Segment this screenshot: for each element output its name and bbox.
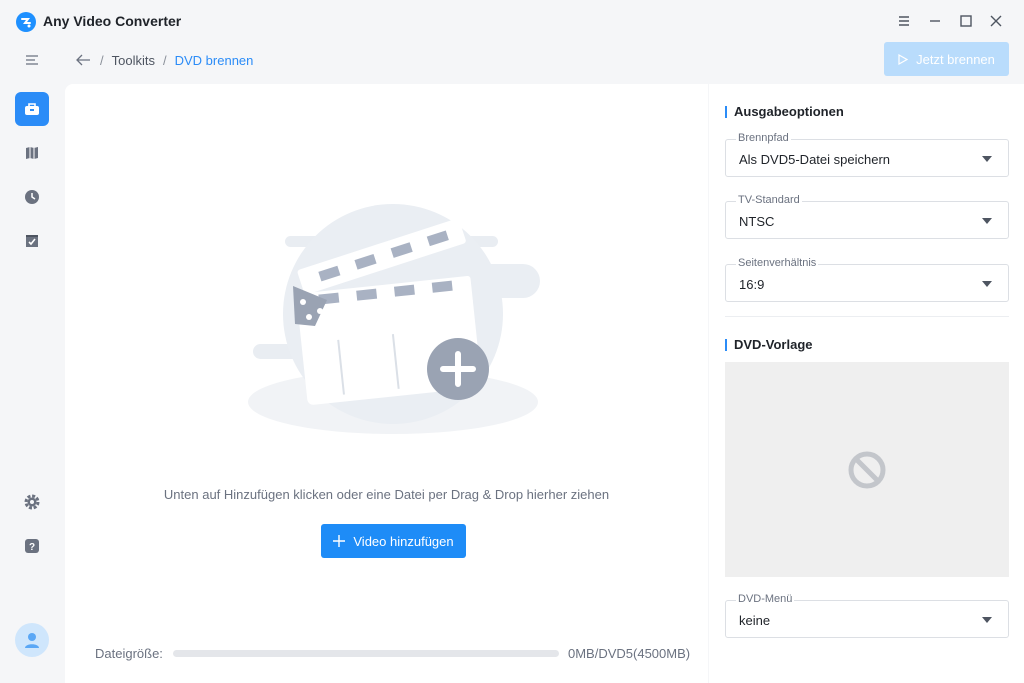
- dvd-menu-select[interactable]: DVD-Menü keine: [725, 593, 1009, 638]
- no-preview-icon: [848, 451, 886, 488]
- back-arrow-icon[interactable]: [76, 54, 92, 66]
- rail-item-toolbox[interactable]: [15, 92, 49, 126]
- tv-standard-label: TV-Standard: [736, 194, 802, 206]
- svg-text:?: ?: [29, 542, 35, 553]
- aspect-ratio-value: 16:9: [739, 277, 765, 292]
- chevron-down-icon: [982, 617, 992, 623]
- maximize-icon[interactable]: [956, 11, 976, 31]
- aspect-ratio-label: Seitenverhältnis: [736, 257, 819, 269]
- gear-icon: [24, 494, 40, 510]
- burn-now-button[interactable]: Jetzt brennen: [884, 42, 1009, 76]
- add-video-label: Video hinzufügen: [353, 533, 454, 549]
- menu-icon[interactable]: [894, 11, 914, 31]
- play-icon: [898, 53, 909, 65]
- app-logo-icon: [16, 12, 36, 32]
- burn-path-label: Brennpfad: [736, 132, 791, 144]
- burn-now-label: Jetzt brennen: [916, 51, 995, 67]
- tv-standard-value: NTSC: [739, 214, 775, 229]
- dvd-template-preview: [725, 362, 1009, 577]
- breadcrumb-toolkits[interactable]: Toolkits: [112, 53, 155, 68]
- file-size-progress: [173, 650, 559, 657]
- breadcrumb-separator: /: [100, 52, 104, 68]
- chevron-down-icon: [982, 281, 992, 287]
- panel-divider: [725, 316, 1009, 317]
- close-icon[interactable]: [986, 11, 1006, 31]
- file-size-label: Dateigröße:: [95, 646, 163, 661]
- breadcrumb-separator: /: [162, 52, 167, 68]
- collapse-menu-icon[interactable]: [15, 43, 49, 77]
- breadcrumb-current: DVD brennen: [174, 52, 254, 68]
- breadcrumb: / Toolkits / DVD brennen: [76, 50, 253, 70]
- nav-rail: ?: [0, 42, 64, 683]
- clapperboard-illustration-icon: [248, 204, 540, 434]
- rail-item-help[interactable]: ?: [15, 529, 49, 563]
- drop-hint: Unten auf Hinzufügen klicken oder eine D…: [163, 487, 610, 502]
- avatar-icon: [25, 633, 39, 648]
- burn-path-select[interactable]: Brennpfad Als DVD5-Datei speichern: [725, 132, 1009, 177]
- dvd-template-title: DVD-Vorlage: [725, 337, 813, 352]
- minimize-icon[interactable]: [925, 11, 945, 31]
- drop-zone[interactable]: Unten auf Hinzufügen klicken oder eine D…: [65, 84, 708, 683]
- help-icon: ?: [25, 539, 39, 553]
- tv-standard-select[interactable]: TV-Standard NTSC: [725, 194, 1009, 239]
- toolbox-icon: [25, 103, 39, 115]
- app-title: Any Video Converter: [43, 13, 182, 29]
- rail-item-settings[interactable]: [15, 485, 49, 519]
- add-video-button[interactable]: Video hinzufügen: [321, 524, 466, 558]
- task-check-icon: [26, 235, 38, 247]
- title-bar: Any Video Converter: [0, 0, 1024, 42]
- chevron-down-icon: [982, 218, 992, 224]
- options-panel: Ausgabeoptionen Brennpfad Als DVD5-Datei…: [709, 84, 1024, 683]
- chevron-down-icon: [982, 156, 992, 162]
- plus-icon: [333, 535, 346, 547]
- rail-item-tasks[interactable]: [15, 224, 49, 258]
- rail-item-map[interactable]: [15, 136, 49, 170]
- dvd-menu-value: keine: [739, 613, 771, 628]
- clock-icon: [25, 190, 39, 204]
- burn-path-value: Als DVD5-Datei speichern: [739, 152, 891, 167]
- output-options-title: Ausgabeoptionen: [725, 104, 844, 119]
- rail-item-history[interactable]: [15, 180, 49, 214]
- avatar[interactable]: [15, 623, 49, 657]
- file-size-value: 0MB/DVD5(4500MB): [568, 646, 691, 661]
- aspect-ratio-select[interactable]: Seitenverhältnis 16:9: [725, 257, 1009, 302]
- map-icon: [26, 147, 38, 159]
- dvd-menu-label: DVD-Menü: [736, 593, 795, 605]
